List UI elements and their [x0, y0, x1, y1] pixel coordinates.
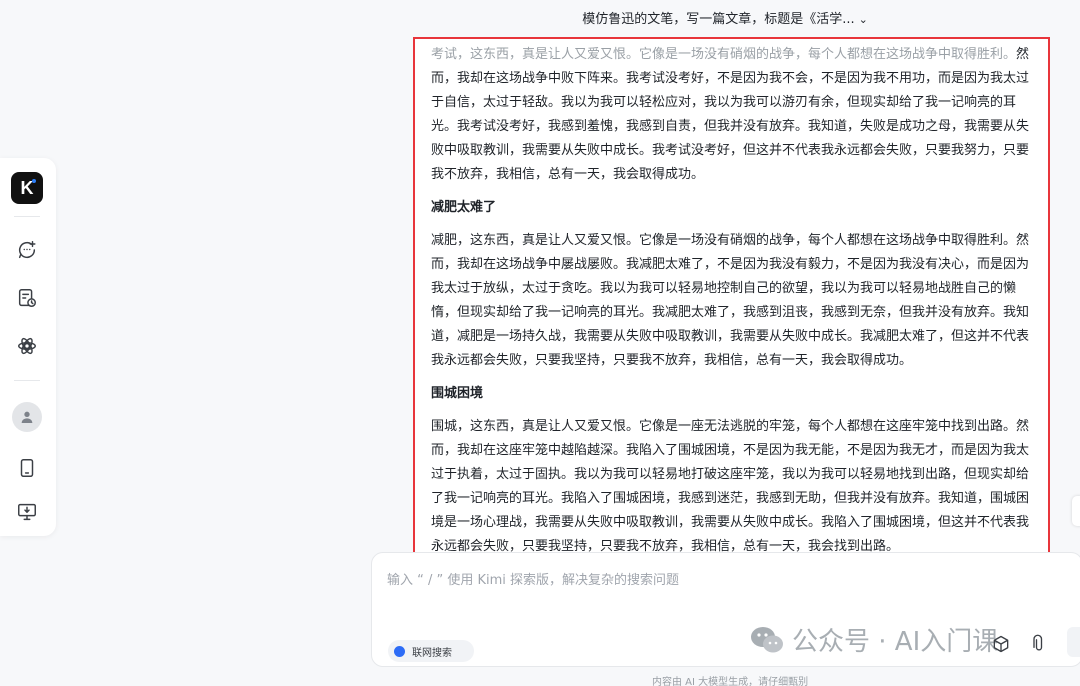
- intro-paragraph: 考试，这东西，真是让人又爱又恨。它像是一场没有硝烟的战争，每个人都想在这场战争中…: [431, 43, 1038, 187]
- section-heading: 减肥太难了: [431, 200, 497, 215]
- conversation-title-text: 模仿鲁迅的文笔，写一篇文章，标题是《活学...: [582, 12, 855, 27]
- web-search-label: 联网搜索: [412, 647, 452, 659]
- intro-text: 然而，我却在这场战争中败下阵来。我考试没考好，不是因为我不会，不是因为我不用功，…: [431, 47, 1030, 182]
- section-paragraph: 围城，这东西，真是让人又爱又恨。它像是一座无法逃脱的牢笼，每个人都想在这座牢笼中…: [431, 419, 1030, 554]
- explore-icon[interactable]: [15, 334, 39, 358]
- scroll-to-bottom-handle[interactable]: [1072, 496, 1080, 526]
- new-chat-icon[interactable]: [15, 238, 39, 262]
- web-search-toggle[interactable]: 联网搜索: [388, 640, 474, 662]
- mobile-app-icon[interactable]: [15, 456, 39, 480]
- desktop-download-icon[interactable]: [15, 500, 39, 524]
- section-heading: 围城困境: [431, 386, 484, 401]
- cube-icon[interactable]: [988, 631, 1014, 657]
- toggle-knob: [394, 645, 405, 657]
- user-avatar-icon[interactable]: [12, 402, 42, 432]
- send-button[interactable]: [1067, 627, 1080, 657]
- watermark: 公众号 · AI入门课: [750, 621, 998, 658]
- section-paragraph: 减肥，这东西，真是让人又爱又恨。它像是一场没有硝烟的战争，每个人都想在这场战争中…: [431, 233, 1030, 368]
- sidebar: K: [0, 158, 56, 536]
- app-window: K 模仿鲁迅的文笔，写一篇文章，标题是《活学... ⌄ 考试，这东西，真是让人又…: [0, 0, 1080, 686]
- conversation-title[interactable]: 模仿鲁迅的文笔，写一篇文章，标题是《活学... ⌄: [380, 8, 1070, 30]
- kimi-logo[interactable]: K: [11, 172, 43, 204]
- watermark-text: 公众号 · AI入门课: [792, 627, 999, 657]
- attachment-icon[interactable]: [1026, 631, 1052, 657]
- history-icon[interactable]: [15, 286, 39, 310]
- wechat-icon: [751, 626, 783, 652]
- logo-dot: [32, 179, 36, 183]
- chat-composer: 输入 “ / ” 使用 Kimi 探索版，解决复杂的搜索问题 联网搜索 公众号 …: [371, 552, 1080, 667]
- assistant-response: 考试，这东西，真是让人又爱又恨。它像是一场没有硝烟的战争，每个人都想在这场战争中…: [413, 37, 1050, 556]
- disclaimer-note: 内容由 AI 大模型生成，请仔细甄别: [652, 677, 809, 686]
- chevron-down-icon[interactable]: ⌄: [859, 13, 868, 26]
- chat-input[interactable]: 输入 “ / ” 使用 Kimi 探索版，解决复杂的搜索问题: [387, 569, 679, 588]
- sidebar-divider: [14, 216, 40, 217]
- intro-faded-text: 考试，这东西，真是让人又爱又恨。它像是一场没有硝烟的战争，每个人都想在这场战争中…: [431, 47, 1017, 62]
- sidebar-divider: [14, 380, 40, 381]
